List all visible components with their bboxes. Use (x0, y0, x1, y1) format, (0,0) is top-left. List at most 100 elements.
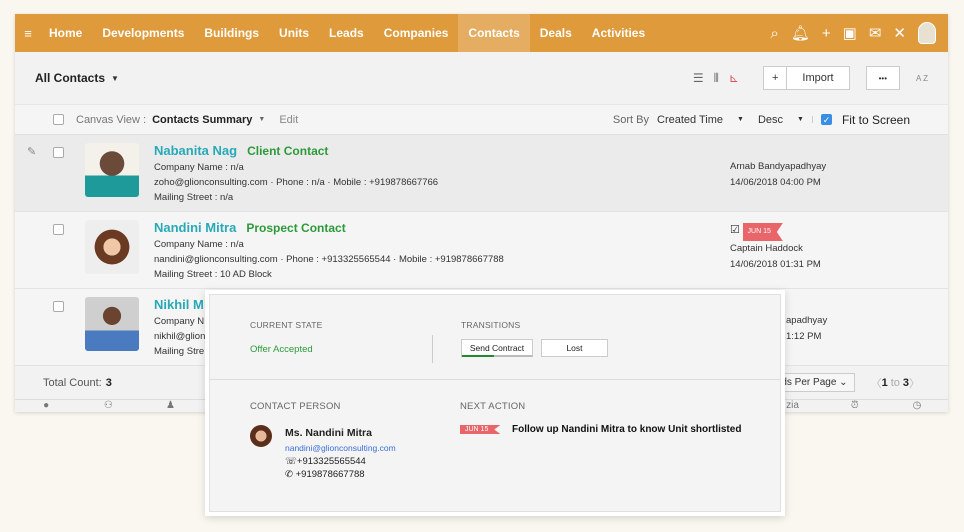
row-checkbox[interactable] (53, 301, 64, 312)
total-count: 3 (105, 376, 112, 389)
total-count-label: Total Count: (43, 376, 102, 389)
more-button[interactable]: ••• (865, 66, 900, 90)
mail-icon[interactable]: ✉ (869, 24, 882, 42)
person-phone: +913325565544 (296, 456, 366, 467)
chat-icon[interactable]: ● (15, 400, 77, 412)
mobile: Mobile : +919878667766 (333, 177, 439, 188)
row-checkbox[interactable] (53, 147, 64, 158)
owner: apadhyay (786, 315, 828, 326)
chevron-down-icon[interactable]: ▼ (111, 74, 119, 83)
tab-contacts[interactable]: Contacts (458, 14, 530, 52)
edit-link[interactable]: Edit (279, 114, 298, 126)
mailing-street: Mailing Street : 10 AD Block (154, 269, 272, 280)
import-button[interactable]: + Import (762, 66, 850, 90)
prev-page-icon[interactable]: 〈 (871, 375, 882, 391)
current-state: Offer Accepted (250, 344, 313, 355)
owner: Arnab Bandyapadhyay (730, 161, 827, 172)
sort-order-select[interactable]: Desc (758, 114, 783, 126)
user-avatar[interactable] (918, 22, 936, 44)
contact-name[interactable]: Nabanita Nag (154, 143, 237, 158)
next-action-flag: JUN 15 (460, 425, 501, 434)
phone: Phone : n/a (276, 177, 325, 188)
created-time: 14/06/2018 01:31 PM (730, 259, 821, 270)
calendar-icon[interactable]: ▣ (843, 24, 857, 42)
chevron-down-icon[interactable]: ▼ (797, 116, 813, 123)
person-email[interactable]: nandini@glionconsulting.com (285, 442, 396, 455)
sort-field-select[interactable]: Created Time (657, 114, 723, 126)
tab-leads[interactable]: Leads (319, 14, 374, 52)
tab-buildings[interactable]: Buildings (194, 14, 269, 52)
tab-deals[interactable]: Deals (530, 14, 582, 52)
email[interactable]: zoho@glionconsulting.com (154, 177, 268, 188)
pencil-icon[interactable]: ✎ (27, 145, 36, 158)
current-state-label: CURRENT STATE (250, 320, 323, 330)
person-name: Ms. Nandini Mitra (285, 427, 372, 439)
group-icon[interactable]: ⚇ (77, 400, 139, 412)
page-to-label: to (890, 376, 900, 389)
contact-person-label: CONTACT PERSON (250, 401, 341, 412)
mailing-street: Mailing Street : n/a (154, 192, 234, 203)
email[interactable]: nikhil@glion (154, 329, 205, 344)
phone: Phone : +913325565544 (286, 254, 391, 265)
company-name: Company Name : n/a (154, 239, 244, 250)
canvas-view-select[interactable]: Contacts Summary (152, 114, 252, 126)
tab-home[interactable]: Home (39, 14, 92, 52)
send-contract-button[interactable]: Send Contract (461, 339, 533, 357)
person-mobile: +919878667788 (295, 469, 365, 480)
tab-units[interactable]: Units (269, 14, 319, 52)
created-time: 14/06/2018 04:00 PM (730, 177, 821, 188)
canvas-bar: Canvas View : Contacts Summary ▼ Edit So… (15, 104, 948, 135)
fit-to-screen-checkbox[interactable]: ✓ (820, 114, 832, 125)
alarm-icon[interactable]: ⏰︎ (824, 400, 886, 412)
view-selector[interactable]: All Contacts (35, 71, 105, 85)
sort-az-icon[interactable]: A Z (916, 74, 928, 83)
tools-icon[interactable]: ✕ (893, 24, 906, 42)
chevron-down-icon[interactable]: ▼ (737, 116, 744, 123)
row-checkbox[interactable] (53, 224, 64, 235)
import-label: Import (802, 72, 834, 84)
contact-row[interactable]: ✎ Nabanita Nag Client Contact Company Nam… (15, 135, 948, 212)
telephone-icon: ☏ (285, 456, 297, 467)
mobile-icon: ✆ (285, 469, 293, 480)
mobile: Mobile : +919878667788 (398, 254, 504, 265)
sort-by-label: Sort By (612, 113, 649, 126)
kanban-view-icon[interactable]: ⦀ (714, 71, 719, 86)
plus-icon[interactable]: + (764, 67, 788, 89)
due-flag: JUN 15 (742, 223, 783, 241)
select-all-checkbox[interactable] (53, 114, 64, 125)
contact-photo (85, 143, 139, 197)
search-icon[interactable]: ⌕ (770, 25, 778, 42)
bell-icon[interactable]: 🔔︎ (791, 24, 810, 42)
menu-icon[interactable]: ≡ (17, 26, 39, 41)
company-name: Company N (154, 316, 205, 327)
contact-name[interactable]: Nandini Mitra (154, 220, 236, 235)
canvas-view-icon[interactable]: ⊾ (729, 71, 739, 85)
next-action[interactable]: Follow up Nandini Mitra to know Unit sho… (512, 424, 741, 435)
plus-icon[interactable]: + (822, 25, 831, 42)
contact-icon[interactable]: ♟ (139, 400, 201, 412)
next-page-icon[interactable]: 〉 (909, 375, 920, 391)
records-per-page-select[interactable]: ds Per Page ⌄ (774, 373, 855, 392)
chevron-down-icon[interactable]: ▼ (258, 116, 265, 123)
email[interactable]: nandini@glionconsulting.com (154, 254, 278, 265)
contact-type: Client Contact (247, 144, 329, 158)
fit-to-screen-label[interactable]: Fit to Screen (842, 113, 910, 127)
history-icon[interactable]: ◷ (886, 400, 948, 412)
mailing-street: Mailing Stre (154, 346, 205, 357)
top-nav: ≡ Home Developments Buildings Units Lead… (15, 14, 948, 52)
tab-activities[interactable]: Activities (582, 14, 655, 52)
contact-name[interactable]: Nikhil M (154, 297, 204, 312)
toolbar: All Contacts ▼ ☰ ⦀ ⊾ + Import ••• A Z (15, 52, 948, 104)
contact-row[interactable]: Nandini Mitra Prospect Contact Company Na… (15, 212, 948, 289)
send-contract-label: Send Contract (469, 343, 525, 353)
contact-type: Prospect Contact (246, 221, 346, 235)
tab-developments[interactable]: Developments (92, 14, 194, 52)
lost-button[interactable]: Lost (541, 339, 608, 357)
transitions-label: TRANSITIONS (461, 320, 521, 330)
tab-companies[interactable]: Companies (374, 14, 459, 52)
owner: Captain Haddock (730, 243, 803, 254)
contact-photo (85, 297, 139, 351)
task-icon: ☑ (730, 224, 740, 236)
page-from: 1 (881, 376, 888, 389)
list-view-icon[interactable]: ☰ (693, 71, 704, 85)
